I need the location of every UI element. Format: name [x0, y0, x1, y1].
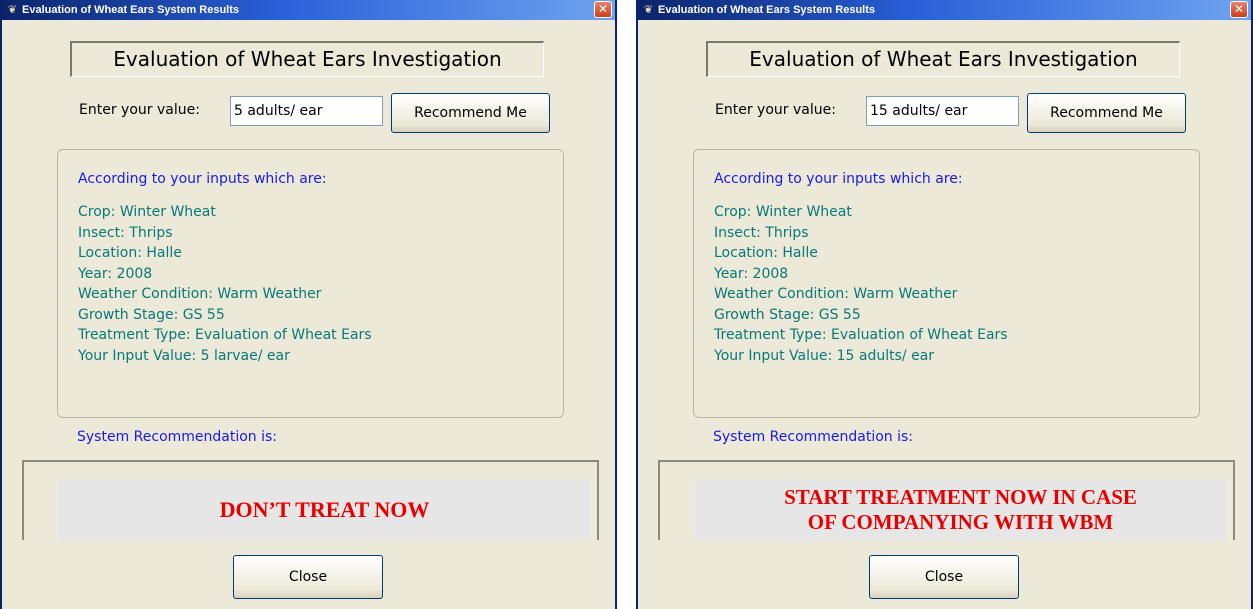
- input-value: Your Input Value: 5 larvae/ ear: [78, 347, 290, 364]
- input-growth-stage: Growth Stage: GS 55: [714, 306, 861, 323]
- inputs-list: Crop: Winter Wheat Insect: Thrips Locati…: [78, 202, 372, 366]
- input-crop: Crop: Winter Wheat: [714, 204, 852, 220]
- window-title: Evaluation of Wheat Ears System Results: [658, 4, 876, 16]
- value-input[interactable]: [866, 96, 1019, 126]
- investigation-heading: Evaluation of Wheat Ears Investigation: [70, 41, 544, 77]
- inputs-intro: According to your inputs which are:: [78, 171, 327, 187]
- recommendation-line-2: OF COMPANYING WITH WBM: [807, 510, 1114, 534]
- enter-value-label: Enter your value:: [79, 102, 200, 118]
- input-insect: Insect: Thrips: [714, 224, 809, 241]
- close-button[interactable]: Close: [869, 555, 1019, 599]
- input-crop: Crop: Winter Wheat: [78, 204, 216, 220]
- recommendation-text: DON’T TREAT NOW: [59, 479, 590, 541]
- recommendation-frame: DON’T TREAT NOW: [22, 460, 599, 541]
- inputs-list: Crop: Winter Wheat Insect: Thrips Locati…: [714, 202, 1008, 366]
- input-weather: Weather Condition: Warm Weather: [78, 286, 322, 302]
- title-bar[interactable]: ❦ Evaluation of Wheat Ears System Result…: [638, 0, 1251, 20]
- input-treatment-type: Treatment Type: Evaluation of Wheat Ears: [714, 327, 1008, 343]
- window-title: Evaluation of Wheat Ears System Results: [22, 4, 240, 16]
- input-year: Year: 2008: [714, 265, 789, 282]
- recommendation-line-1: START TREATMENT NOW IN CASE: [784, 485, 1137, 509]
- input-location: Location: Halle: [78, 245, 182, 261]
- inputs-intro: According to your inputs which are:: [714, 171, 963, 187]
- input-year: Year: 2008: [78, 265, 153, 282]
- input-weather: Weather Condition: Warm Weather: [714, 286, 958, 302]
- inputs-summary-panel: According to your inputs which are: Crop…: [57, 149, 564, 418]
- input-location: Location: Halle: [714, 245, 818, 261]
- results-dialog-right: ❦ Evaluation of Wheat Ears System Result…: [636, 0, 1253, 609]
- wheat-icon: ❦: [643, 3, 654, 16]
- input-treatment-type: Treatment Type: Evaluation of Wheat Ears: [78, 327, 372, 343]
- recommend-me-button[interactable]: Recommend Me: [1027, 93, 1186, 133]
- inputs-summary-panel: According to your inputs which are: Crop…: [693, 149, 1200, 418]
- results-dialog-left: ❦ Evaluation of Wheat Ears System Result…: [0, 0, 617, 609]
- system-recommendation-label: System Recommendation is:: [713, 429, 914, 445]
- recommend-me-button[interactable]: Recommend Me: [391, 93, 550, 133]
- wheat-icon: ❦: [7, 3, 18, 16]
- system-recommendation-label: System Recommendation is:: [77, 429, 278, 445]
- input-insect: Insect: Thrips: [78, 224, 173, 241]
- investigation-heading: Evaluation of Wheat Ears Investigation: [706, 41, 1180, 77]
- title-bar[interactable]: ❦ Evaluation of Wheat Ears System Result…: [2, 0, 615, 20]
- input-value: Your Input Value: 15 adults/ ear: [714, 347, 935, 364]
- recommendation-frame: START TREATMENT NOW IN CASE OF COMPANYIN…: [658, 460, 1235, 541]
- enter-value-label: Enter your value:: [715, 102, 836, 118]
- close-button[interactable]: Close: [233, 555, 383, 599]
- recommendation-text: START TREATMENT NOW IN CASE OF COMPANYIN…: [695, 479, 1226, 541]
- window-close-button[interactable]: ✕: [1230, 1, 1248, 18]
- window-close-button[interactable]: ✕: [594, 1, 612, 18]
- value-input[interactable]: [230, 96, 383, 126]
- input-growth-stage: Growth Stage: GS 55: [78, 306, 225, 323]
